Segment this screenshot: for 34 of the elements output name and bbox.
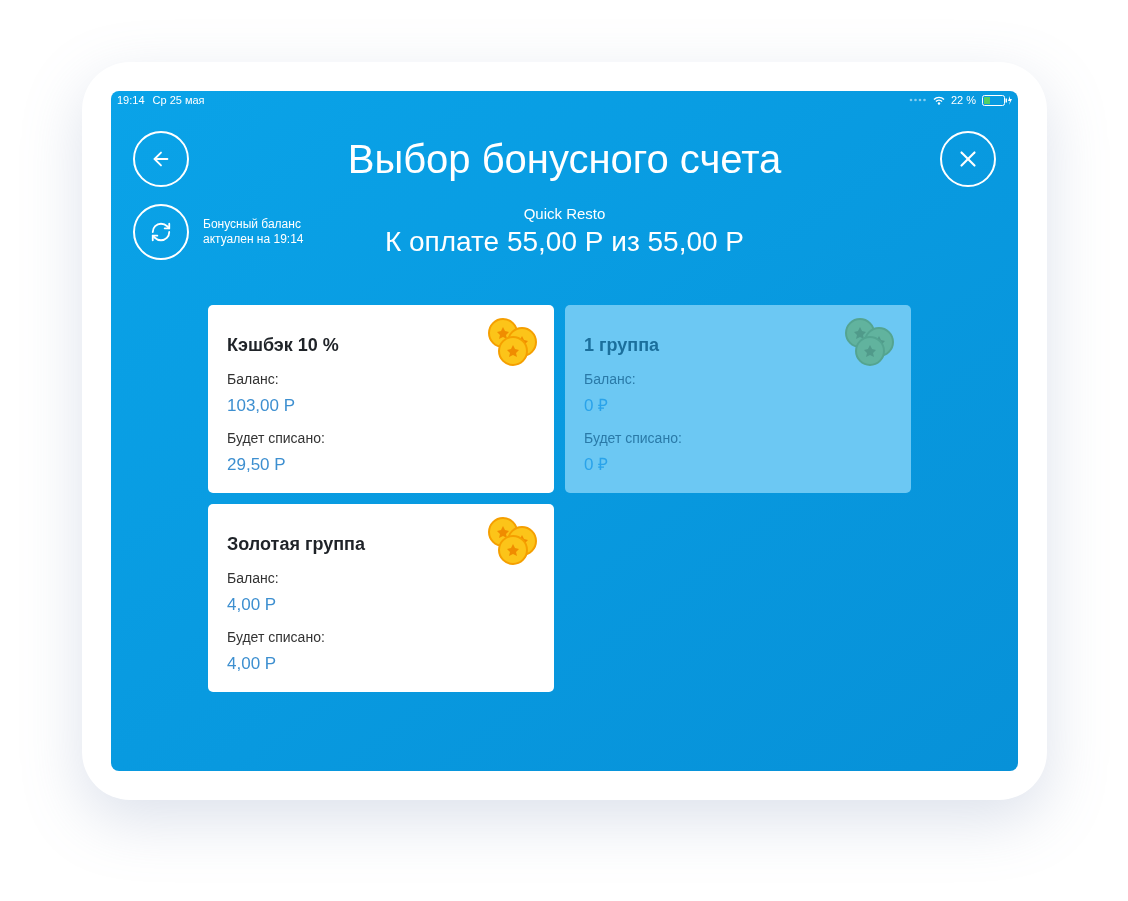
close-button[interactable] (940, 131, 996, 187)
charge-value: 29,50 Р (227, 454, 287, 476)
battery-icon (982, 94, 1012, 106)
balance-label: Баланс: (227, 569, 280, 587)
coins-icon (488, 517, 538, 567)
charge-label: Будет списано: (227, 429, 326, 447)
amount-due: К оплате 55,00 Р из 55,00 Р (384, 225, 745, 259)
refresh-icon (150, 220, 172, 243)
balance-value: 0 ₽ (584, 395, 610, 417)
bonus-account-card[interactable]: Золотая группа Баланс: 4,00 Р Будет списано: 4,00 Р (208, 504, 554, 692)
status-time: 19:14 (117, 92, 145, 108)
balance-value: 4,00 Р (227, 594, 278, 616)
refresh-button[interactable] (133, 203, 189, 260)
page-title: Выбор бонусного счета (346, 136, 783, 183)
battery-percent: 22 % (950, 92, 976, 108)
signal-icon (908, 98, 927, 102)
wifi-icon (932, 95, 945, 105)
charge-value: 4,00 Р (227, 653, 278, 675)
balance-value: 103,00 Р (227, 395, 297, 417)
balance-label: Баланс: (227, 370, 280, 388)
charge-value: 0 ₽ (584, 454, 610, 476)
charge-label: Будет списано: (227, 628, 326, 646)
bonus-account-card[interactable]: Кэшбэк 10 % Баланс: 103,00 Р Будет списано: 29,50 Р (208, 305, 554, 493)
coins-icon (845, 318, 895, 368)
balance-label: Баланс: (584, 370, 637, 388)
account-name: Золотая группа (227, 533, 366, 555)
balance-update-note: Бонусный баланс актуален на 19:14 (203, 216, 304, 247)
charge-label: Будет списано: (584, 429, 683, 447)
account-name: Кэшбэк 10 % (227, 334, 340, 356)
account-name: 1 группа (584, 334, 661, 356)
venue-name: Quick Resto (523, 204, 606, 224)
back-button[interactable] (133, 131, 189, 187)
status-date: Ср 25 мая (152, 92, 205, 108)
coins-icon (488, 318, 538, 368)
